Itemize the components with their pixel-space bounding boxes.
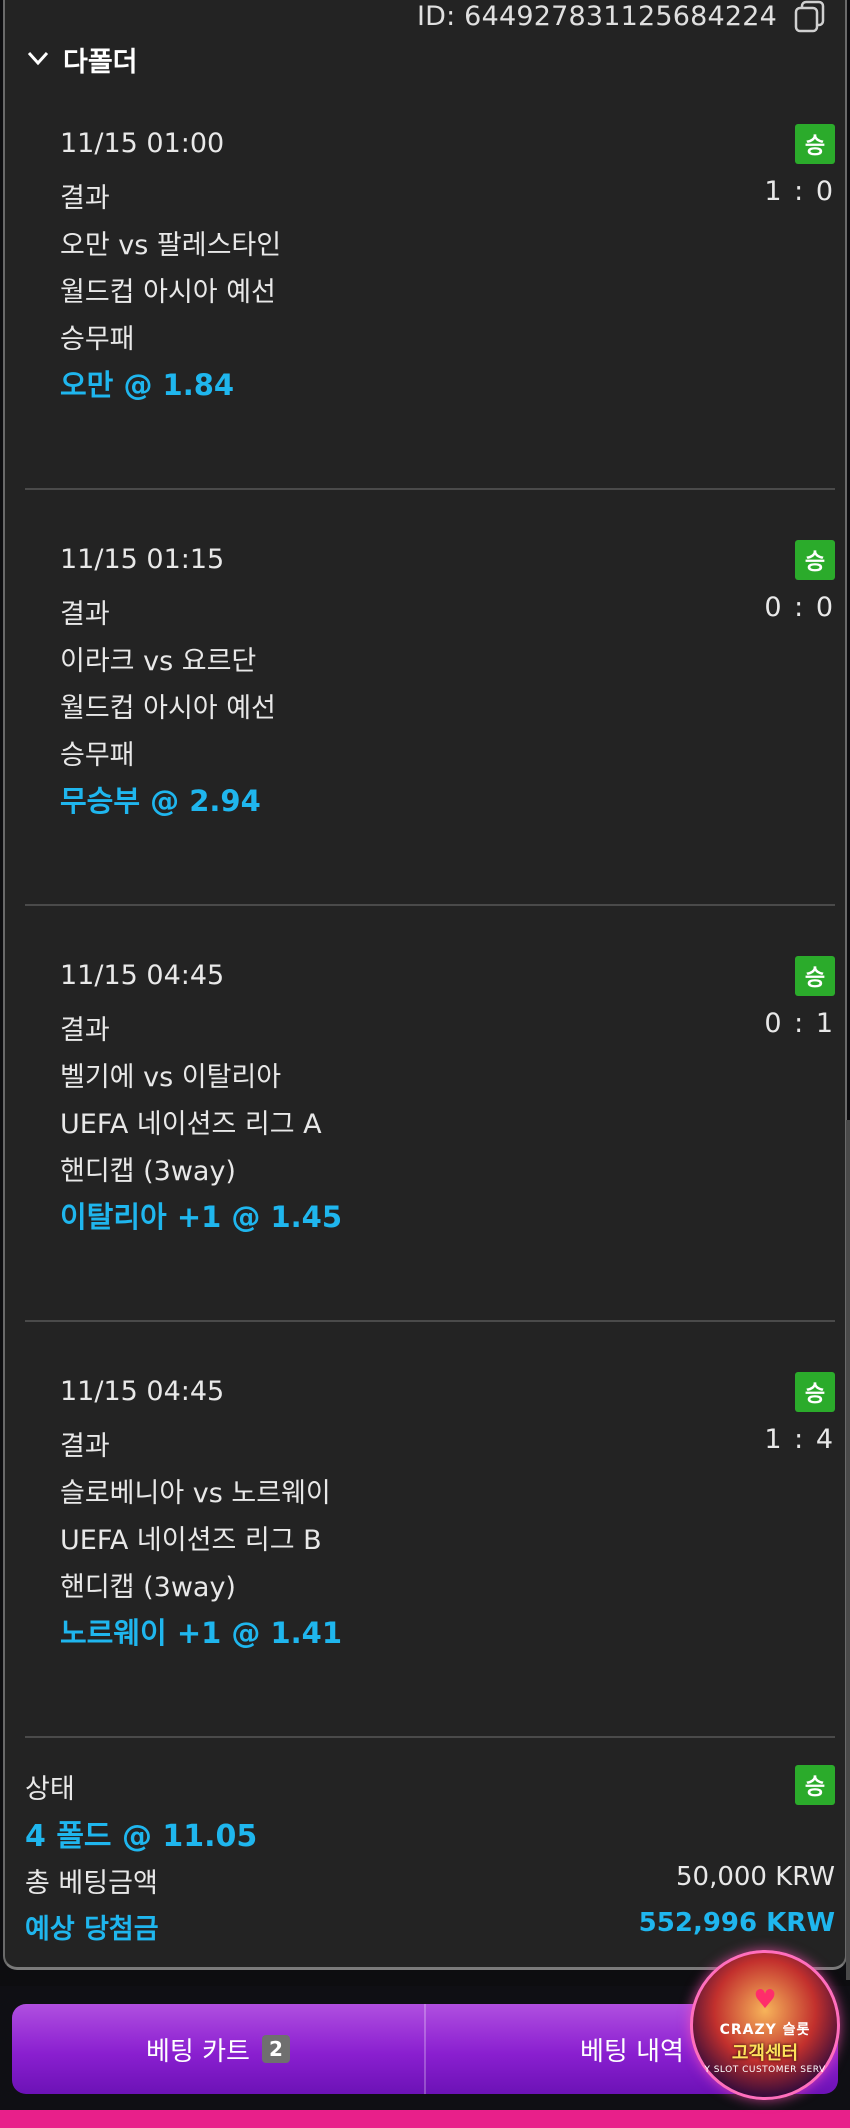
slip-id-text: ID: 644927831125684224 bbox=[416, 0, 777, 32]
divider bbox=[25, 904, 835, 906]
support-subtitle: Y SLOT CUSTOMER SERV bbox=[704, 2065, 826, 2075]
divider bbox=[25, 1736, 835, 1738]
bet-cart-label: 베팅 카트 bbox=[146, 2036, 250, 2067]
bet-pick: 무승부 @ 2.94 bbox=[60, 784, 261, 818]
total-odds: 4 폴드 @ 11.05 bbox=[25, 1819, 258, 1854]
copy-icon[interactable] bbox=[793, 0, 827, 33]
bet-pick: 오만 @ 1.84 bbox=[60, 368, 235, 402]
bet-item: 11/15 04:45 승 결과 0 : 1 벨기에 vs 이탈리아 UEFA … bbox=[25, 952, 835, 1252]
bet-item: 11/15 01:15 승 결과 0 : 0 이라크 vs 요르단 월드컵 아시… bbox=[25, 536, 835, 836]
bet-item: 11/15 01:00 승 결과 1 : 0 오만 vs 팔레스타인 월드컵 아… bbox=[25, 120, 835, 420]
win-badge: 승 bbox=[795, 956, 835, 996]
market-name: 핸디캡 (3way) bbox=[60, 1572, 236, 1603]
payout-label: 예상 당첨금 bbox=[25, 1914, 159, 1945]
match-score: 1 : 4 bbox=[764, 1424, 835, 1455]
match-teams: 슬로베니아 vs 노르웨이 bbox=[60, 1478, 331, 1509]
match-score: 0 : 1 bbox=[764, 1008, 835, 1039]
win-badge: 승 bbox=[795, 124, 835, 164]
parlay-toggle[interactable]: 다폴더 bbox=[25, 40, 138, 79]
bet-datetime: 11/15 01:00 bbox=[60, 128, 225, 159]
heart-icon: ♥ bbox=[753, 1985, 777, 2015]
customer-support-button[interactable]: ♥ CRAZY 슬롯 고객센터 Y SLOT CUSTOMER SERV bbox=[690, 1950, 840, 2100]
divider bbox=[25, 488, 835, 490]
market-name: 승무패 bbox=[60, 740, 135, 771]
match-score: 0 : 0 bbox=[764, 592, 835, 623]
market-name: 핸디캡 (3way) bbox=[60, 1156, 236, 1187]
bet-cart-button[interactable]: 베팅 카트 2 bbox=[12, 2004, 424, 2094]
bet-datetime: 11/15 01:15 bbox=[60, 544, 225, 575]
parlay-label: 다폴더 bbox=[63, 47, 138, 78]
status-label: 상태 bbox=[25, 1774, 75, 1805]
scrollbar[interactable] bbox=[846, 1120, 850, 1980]
support-brand: CRAZY 슬롯 bbox=[719, 2022, 811, 2038]
stake-label: 총 베팅금액 bbox=[25, 1868, 158, 1899]
result-label: 결과 bbox=[60, 1431, 110, 1462]
league-name: UEFA 네이션즈 리그 B bbox=[60, 1525, 322, 1556]
result-label: 결과 bbox=[60, 183, 110, 214]
bet-slip-panel: ID: 644927831125684224 다폴더 11/15 01:00 승… bbox=[3, 0, 847, 1970]
result-label: 결과 bbox=[60, 599, 110, 630]
status-badge: 승 bbox=[795, 1765, 835, 1805]
payout-value: 552,996 KRW bbox=[638, 1908, 835, 1938]
market-name: 승무패 bbox=[60, 324, 135, 355]
match-teams: 벨기에 vs 이탈리아 bbox=[60, 1062, 282, 1093]
bet-pick: 노르웨이 +1 @ 1.41 bbox=[60, 1616, 343, 1650]
result-label: 결과 bbox=[60, 1015, 110, 1046]
bet-pick: 이탈리아 +1 @ 1.45 bbox=[60, 1200, 343, 1234]
league-name: 월드컵 아시아 예선 bbox=[60, 693, 276, 724]
cart-count-badge: 2 bbox=[261, 2035, 290, 2063]
match-teams: 이라크 vs 요르단 bbox=[60, 646, 257, 677]
match-score: 1 : 0 bbox=[764, 176, 835, 207]
stake-value: 50,000 KRW bbox=[675, 1862, 835, 1892]
bet-datetime: 11/15 04:45 bbox=[60, 1376, 225, 1407]
chevron-down-icon bbox=[25, 45, 51, 75]
support-title: 고객센터 bbox=[731, 2043, 799, 2064]
win-badge: 승 bbox=[795, 1372, 835, 1412]
bottom-accent-strip bbox=[0, 2110, 850, 2128]
match-teams: 오만 vs 팔레스타인 bbox=[60, 230, 282, 261]
slip-id-row: ID: 644927831125684224 bbox=[416, 0, 827, 33]
divider bbox=[25, 1320, 835, 1322]
league-name: UEFA 네이션즈 리그 A bbox=[60, 1109, 322, 1140]
bet-history-label: 베팅 내역 bbox=[580, 2036, 684, 2067]
bet-item: 11/15 04:45 승 결과 1 : 4 슬로베니아 vs 노르웨이 UEF… bbox=[25, 1368, 835, 1668]
win-badge: 승 bbox=[795, 540, 835, 580]
league-name: 월드컵 아시아 예선 bbox=[60, 277, 276, 308]
bet-datetime: 11/15 04:45 bbox=[60, 960, 225, 991]
